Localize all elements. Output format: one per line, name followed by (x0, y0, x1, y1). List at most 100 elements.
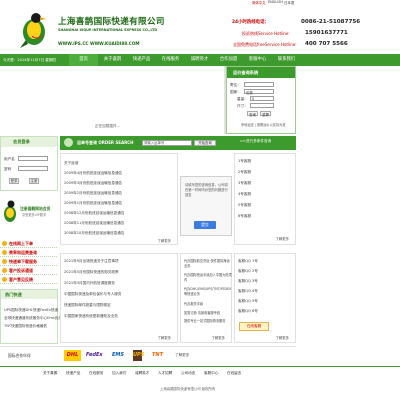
lang-jp-link[interactable]: 日本语 (284, 0, 294, 5)
side-menu-download[interactable]: 快递单下载服务 (0, 257, 57, 266)
list-item[interactable]: 中国国家快递系统更新通知及业务 (64, 314, 118, 319)
side-menu-feedback[interactable]: 客户意见反馈 (0, 275, 57, 284)
to-label: 国家： (230, 90, 241, 94)
weight-input[interactable]: 0 (250, 96, 274, 101)
list-item[interactable]: 2021年5月份国际快递的相关政策 (64, 270, 119, 275)
tracking-input[interactable]: 请输入运单号 (142, 140, 192, 146)
nav-jobs[interactable]: 诚聘英才 (185, 54, 214, 66)
register-button[interactable]: 注册 (29, 178, 39, 184)
footer-link[interactable]: 诚聘英才 (135, 371, 149, 376)
qq-item[interactable]: 客服QQ 6号 (238, 309, 258, 314)
side-menu-complaint[interactable]: 客户投诉通道 (0, 266, 57, 275)
service-item: 代办报关手续 (184, 302, 204, 306)
list-item[interactable]: 2021年9月出境快递关于注意事项 (64, 259, 119, 264)
magpie-logo-icon (18, 6, 50, 50)
list-item[interactable]: 中国国际快递及邮包保价与专人服务 (64, 292, 122, 297)
services-more-link[interactable]: 了解更多 (211, 335, 225, 340)
nav-contact[interactable]: 联系我们 (272, 54, 301, 66)
nav-home[interactable]: 首页 (69, 54, 98, 66)
list-item[interactable]: 2021年3月国内外航班调度服务 (64, 281, 115, 286)
online-service-badge[interactable]: 在线客服 (239, 322, 269, 331)
consult-box: 请填写您的咨询信息，公司将在第一时间内对您的问题进行回复 提交 (180, 176, 232, 236)
news-more-link[interactable]: 了解更多 (157, 335, 171, 340)
bullet-icon (2, 250, 7, 255)
nav-about[interactable]: 关于喜鹊 (98, 54, 127, 66)
qq-item[interactable]: 客服QQ 1号 (238, 259, 258, 264)
multi-search-link[interactable]: >>进行多条件查询 (240, 139, 271, 144)
footer-link[interactable]: 人才招聘 (158, 371, 172, 376)
side-banner-sub: 享受更多VIP服务 (22, 213, 47, 217)
lang-cn-link[interactable]: 简体中文 (252, 0, 266, 5)
size-input[interactable] (250, 103, 274, 108)
list-item[interactable]: 2008年12月份航班延误运输信息通告 (64, 211, 124, 216)
from-label: 寄往： (230, 83, 241, 87)
tnt-logo[interactable]: TNT (152, 350, 163, 361)
hot-item[interactable]: 全球快递通道系统服务中心Ems优惠 (4, 316, 62, 321)
to-select[interactable]: 包裹 (244, 89, 274, 95)
nav-products[interactable]: 快递产品 (127, 54, 156, 66)
tracking-search-button[interactable]: 开始查询 (194, 140, 216, 146)
side-banner[interactable]: 注册喜鹊网站会员 享受更多VIP服务 (0, 192, 58, 232)
footer-link[interactable]: 公司动态 (181, 371, 195, 376)
complaint-hotline-label: 投诉热线Service Hotline: (242, 31, 290, 36)
qq-item[interactable]: 客服QQ 4号 (238, 289, 258, 294)
list-item[interactable]: 关于延误 (64, 161, 78, 166)
service-more-link[interactable]: 了解更多 (275, 236, 289, 241)
page: 简体中文 ENGLISH 日本语 上海喜鹊国际快递有限公司 SHANGHAI X… (0, 0, 400, 400)
password-label: 密码 (4, 167, 12, 171)
nav-bar: 今天是：2024年11月7日 星期四 首页 关于喜鹊 快递产品 在线服务 诚聘英… (0, 54, 400, 66)
qq-more-link[interactable]: 了解更多 (275, 335, 289, 340)
footer-link[interactable]: 关于喜鹊 (43, 371, 57, 376)
service-item: 提供专业一站式国际物流服务 (184, 319, 226, 323)
footer-link[interactable]: 在线服务 (89, 371, 103, 376)
bullet-icon (2, 268, 7, 273)
qq-item[interactable]: 客服QQ 3号 (238, 279, 258, 284)
hot-express-title: 热门快递 (1, 290, 57, 299)
price-query-button[interactable]: 查询 (247, 111, 258, 117)
list-item[interactable]: 2009年3月份航班延误运输信息通告 (64, 181, 122, 186)
qq-item[interactable]: 客服QQ 5号 (238, 299, 258, 304)
ups-logo[interactable]: UPS (133, 350, 144, 361)
footer-link[interactable]: 客服中心 (204, 371, 218, 376)
size-label: 尺寸： (237, 104, 248, 108)
username-input[interactable] (18, 156, 48, 161)
fedex-logo[interactable]: FedEx (86, 350, 103, 361)
consult-submit-button[interactable]: 提交 (194, 221, 216, 229)
list-item[interactable]: 2009年2月份航班延误运输信息通告 (64, 191, 122, 196)
list-item[interactable]: 6号客服 (238, 214, 251, 219)
nav-online-service[interactable]: 在线服务 (156, 54, 185, 66)
list-item[interactable]: 1号客服 (238, 159, 251, 164)
footer-link[interactable]: 快递产品 (66, 371, 80, 376)
login-button[interactable]: 登录 (9, 178, 19, 184)
list-item[interactable]: 3号客服 (238, 181, 251, 186)
qq-item[interactable]: 客服QQ 2号 (238, 269, 258, 274)
side-menu-order[interactable]: 在线网上下单 (0, 239, 57, 248)
company-urls: WWW.IPS.CC WWW.KUAIDI88.COM (58, 41, 140, 46)
list-item[interactable]: 4号客服 (238, 192, 251, 197)
price-reset-button[interactable]: 重置 (260, 111, 271, 117)
nav-partner[interactable]: 合作加盟 (214, 54, 243, 66)
service-item: 代办国际快运手续加入中国大陆境内 (184, 273, 232, 282)
list-item[interactable]: 2009年4月份航班延误运输信息通告 (64, 171, 122, 176)
national-hotline-number: 400 707 5566 (305, 41, 348, 47)
notice-more-link[interactable]: 了解更多 (157, 238, 171, 243)
partners-more-link[interactable]: 了解更多 (175, 353, 189, 358)
list-item[interactable]: 2号客服 (238, 170, 251, 175)
list-item[interactable]: 2008年11月份航班延误运输信息通告 (64, 221, 124, 226)
side-menu-rates[interactable]: 费率和运费查询 (0, 248, 57, 257)
list-item[interactable]: 快递国际邮件超重与限物规定 (64, 303, 111, 308)
hot-item[interactable]: TNT快递国际快递价格最低 (4, 324, 47, 329)
dhl-logo[interactable]: DHL (64, 350, 81, 361)
lang-en-link[interactable]: ENGLISH (268, 0, 283, 4)
list-item[interactable]: 2009年1月份航班延误运输信息通告 (64, 201, 122, 206)
password-input[interactable] (18, 166, 48, 171)
service-list-box: 1号客服 2号客服 3号客服 4号客服 5号客服 6号客服 了解更多 (234, 153, 296, 245)
list-item[interactable]: 5号客服 (238, 203, 251, 208)
list-item[interactable]: 2008年10月份航班延误运输信息通告 (64, 231, 124, 236)
hot-item[interactable]: UPS国际快递DHL快递FedEx快递 (4, 308, 58, 313)
ems-logo[interactable]: EMS (112, 350, 124, 361)
footer-link[interactable]: 在线留言 (227, 371, 241, 376)
from-input[interactable] (244, 82, 274, 87)
footer-link[interactable]: 加入我们 (112, 371, 126, 376)
nav-service-center[interactable]: 客服中心 (243, 54, 272, 66)
